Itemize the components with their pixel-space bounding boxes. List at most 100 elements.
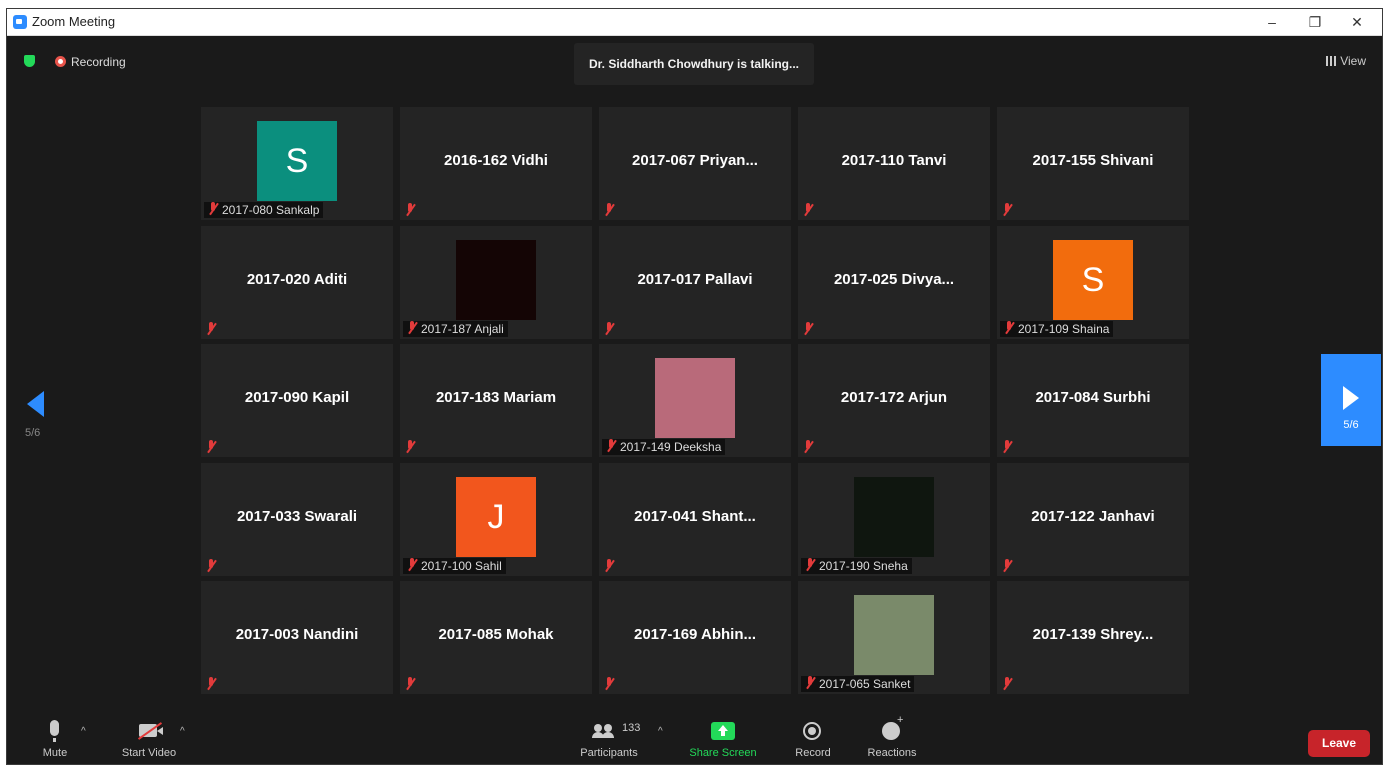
smiley-icon [882, 714, 903, 740]
participant-name: 2017-080 Sankalp [222, 203, 320, 217]
avatar: S [1053, 240, 1133, 320]
muted-mic-icon [804, 676, 816, 690]
share-screen-icon [711, 722, 735, 740]
mute-button[interactable]: Mute [35, 712, 75, 764]
participant-name: 2017-100 Sahil [421, 559, 502, 573]
muted-mic-icon [1001, 440, 1013, 454]
recording-label: Recording [71, 55, 126, 69]
participant-tile[interactable]: 2017-025 Divya... [798, 226, 990, 339]
muted-mic-icon [406, 558, 418, 572]
participant-name-tag: 2017-065 Sanket [801, 676, 915, 692]
muted-mic-icon [205, 322, 217, 336]
close-button[interactable]: ✕ [1342, 11, 1372, 33]
participant-tile[interactable]: S 2017-080 Sankalp [201, 107, 393, 220]
participant-gallery: S 2017-080 Sankalp 2016-162 Vidhi 2017-067 … [201, 107, 1195, 701]
muted-mic-icon [1003, 321, 1015, 335]
participant-tile[interactable]: 2017-041 Shant... [599, 463, 791, 576]
participant-name: 2017-183 Mariam [435, 389, 557, 406]
reactions-label: Reactions [867, 747, 917, 759]
participant-video [854, 477, 934, 557]
participant-tile[interactable]: 2017-020 Aditi [201, 226, 393, 339]
participant-name: 2017-169 Abhin... [634, 626, 756, 643]
record-label: Record [795, 747, 831, 759]
audio-options-caret[interactable]: ^ [81, 726, 86, 737]
participant-name: 2017-085 Mohak [438, 626, 554, 643]
muted-mic-icon [404, 440, 416, 454]
leave-button[interactable]: Leave [1308, 730, 1370, 757]
participant-tile[interactable]: 2017-183 Mariam [400, 344, 592, 457]
grid-view-icon [1326, 56, 1337, 66]
participant-tile[interactable]: 2016-162 Vidhi [400, 107, 592, 220]
participant-name-tag: 2017-187 Anjali [403, 321, 508, 337]
muted-mic-icon [406, 321, 418, 335]
previous-page-button[interactable]: 5/6 [25, 391, 55, 471]
participant-tile[interactable]: 2017-110 Tanvi [798, 107, 990, 220]
participant-name: 2017-065 Sanket [819, 677, 911, 691]
participant-name: 2017-025 Divya... [833, 271, 955, 288]
participant-name: 2017-041 Shant... [634, 508, 756, 525]
participant-tile[interactable]: 2017-149 Deeksha [599, 344, 791, 457]
page-indicator-left: 5/6 [25, 427, 41, 439]
avatar: S [257, 121, 337, 201]
participant-name-tag: 2017-109 Shaina [1000, 321, 1114, 337]
participant-tile[interactable]: 2017-155 Shivani [997, 107, 1189, 220]
restore-button[interactable]: ❐ [1300, 11, 1330, 33]
participant-name-tag: 2017-190 Sneha [801, 558, 912, 574]
share-screen-button[interactable]: Share Screen [687, 712, 759, 764]
participant-tile[interactable]: 2017-139 Shrey... [997, 581, 1189, 694]
active-speaker-banner: Dr. Siddharth Chowdhury is talking... [574, 43, 814, 85]
participant-tile[interactable]: 2017-003 Nandini [201, 581, 393, 694]
record-button[interactable]: Record [792, 712, 834, 764]
muted-mic-icon [404, 677, 416, 691]
avatar: J [456, 477, 536, 557]
participants-icon [592, 724, 618, 738]
start-video-label: Start Video [121, 747, 177, 759]
participant-tile[interactable]: 2017-085 Mohak [400, 581, 592, 694]
zoom-app-icon [13, 15, 27, 29]
participant-name: 2017-190 Sneha [819, 559, 908, 573]
muted-mic-icon [603, 559, 615, 573]
participant-tile[interactable]: 2017-190 Sneha [798, 463, 990, 576]
participants-button[interactable]: 133 Participants [574, 712, 644, 764]
muted-mic-icon [603, 322, 615, 336]
participant-name: 2017-067 Priyan... [632, 152, 758, 169]
muted-mic-icon [804, 558, 816, 572]
participant-tile[interactable]: 2017-169 Abhin... [599, 581, 791, 694]
participant-tile[interactable]: 2017-172 Arjun [798, 344, 990, 457]
muted-mic-icon [205, 677, 217, 691]
record-icon [803, 722, 821, 740]
participant-name: 2017-172 Arjun [840, 389, 948, 406]
view-button[interactable]: View [1326, 54, 1366, 68]
participant-tile[interactable]: 2017-090 Kapil [201, 344, 393, 457]
participant-name: 2017-084 Surbhi [1035, 389, 1151, 406]
muted-mic-icon [207, 202, 219, 216]
participant-name: 2017-149 Deeksha [620, 440, 722, 454]
participant-tile[interactable]: 2017-187 Anjali [400, 226, 592, 339]
encryption-shield-icon[interactable] [24, 55, 35, 67]
participant-tile[interactable]: J 2017-100 Sahil [400, 463, 592, 576]
muted-mic-icon [1001, 203, 1013, 217]
participant-name: 2017-017 Pallavi [637, 271, 753, 288]
participant-tile[interactable]: 2017-084 Surbhi [997, 344, 1189, 457]
participant-video [854, 595, 934, 675]
participant-name: 2017-139 Shrey... [1032, 626, 1154, 643]
muted-mic-icon [1001, 677, 1013, 691]
participants-options-caret[interactable]: ^ [658, 726, 663, 737]
participant-tile[interactable]: 2017-033 Swarali [201, 463, 393, 576]
participant-tile[interactable]: 2017-017 Pallavi [599, 226, 791, 339]
reactions-button[interactable]: Reactions [865, 712, 919, 764]
participant-tile[interactable]: 2017-065 Sanket [798, 581, 990, 694]
muted-mic-icon [802, 203, 814, 217]
recording-icon [55, 56, 66, 67]
muted-mic-icon [802, 440, 814, 454]
participant-video [655, 358, 735, 438]
participant-tile[interactable]: 2017-067 Priyan... [599, 107, 791, 220]
minimize-button[interactable]: – [1257, 11, 1287, 33]
next-page-button[interactable]: 5/6 [1321, 354, 1381, 446]
participant-name: 2017-109 Shaina [1018, 322, 1110, 336]
participant-name: 2017-122 Janhavi [1031, 508, 1155, 525]
participant-tile[interactable]: 2017-122 Janhavi [997, 463, 1189, 576]
participant-tile[interactable]: S 2017-109 Shaina [997, 226, 1189, 339]
video-options-caret[interactable]: ^ [180, 726, 185, 737]
start-video-button[interactable]: Start Video [114, 712, 184, 764]
